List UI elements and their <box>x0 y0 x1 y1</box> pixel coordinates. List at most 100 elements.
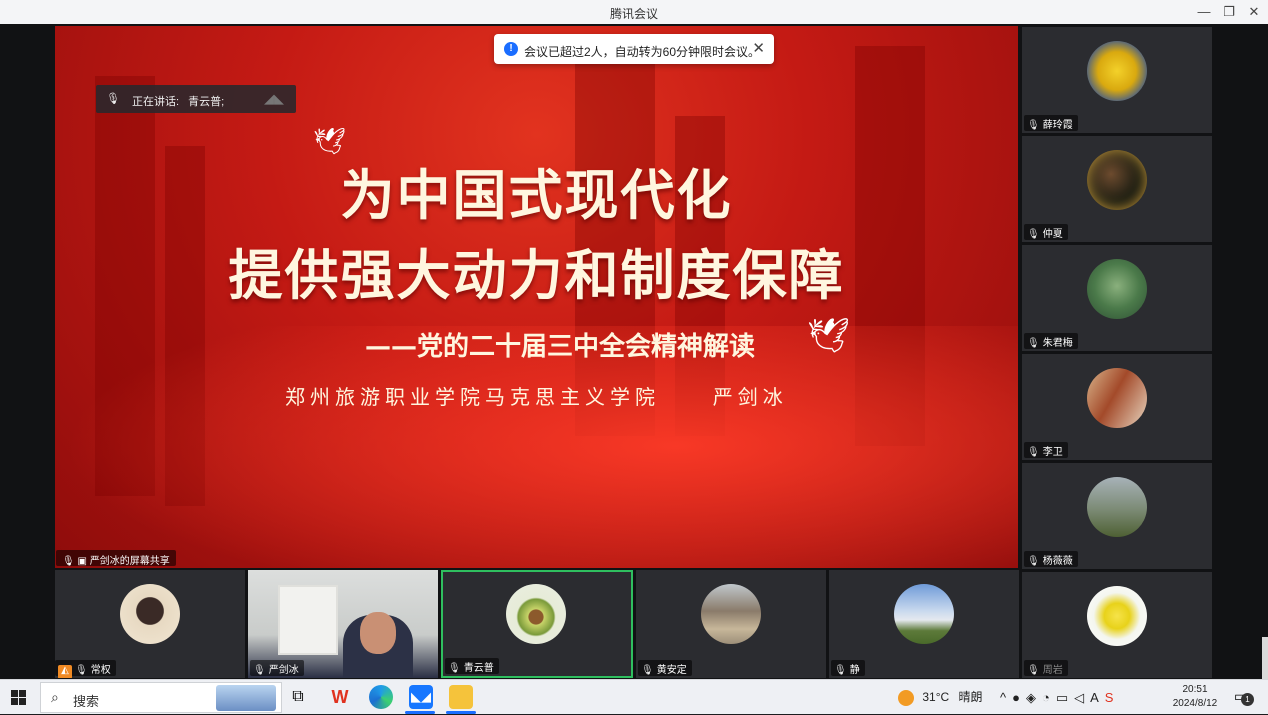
ime-icon[interactable]: A <box>1090 690 1105 705</box>
wps-office-icon[interactable]: W <box>328 685 352 709</box>
participant-name: 周岩 <box>1042 665 1063 676</box>
weather-widget[interactable]: 31°C 晴朗 <box>898 680 983 715</box>
participant-name: 李卫 <box>1042 447 1063 458</box>
edge-browser-icon[interactable] <box>369 685 393 709</box>
slide-subtitle: ——党的二十届三中全会精神解读 <box>365 332 756 362</box>
meeting-stage: 🕊 🕊 为中国式现代化 提供强大动力和制度保障 ——党的二十届三中全会精神解读 … <box>0 24 1268 679</box>
window-titlebar: 腾讯会议 — ❐ ✕ <box>0 0 1268 24</box>
person-face <box>360 612 396 654</box>
window-title: 腾讯会议 <box>609 7 658 21</box>
microphone-icon[interactable]: ● <box>1012 690 1026 705</box>
participant-tile[interactable]: ◭ 🎙 常权 <box>55 570 245 678</box>
file-explorer-icon[interactable] <box>449 685 473 709</box>
participant-tile[interactable]: 🎙 李卫 <box>1022 354 1212 460</box>
toast-message: 会议已超过2人，自动转为60分钟限时会议。 <box>524 45 761 59</box>
slide-title-line1: 为中国式现代化 <box>340 164 733 227</box>
screen-share-text: 严剑冰的屏幕共享 <box>89 556 170 567</box>
battery-icon[interactable]: ▭ <box>1056 690 1074 705</box>
avatar <box>701 584 761 644</box>
participant-name: 青云普 <box>463 663 494 674</box>
dove-icon: 🕊 <box>807 317 851 355</box>
mic-icon: 🎙 <box>1027 120 1040 131</box>
participant-video-tile[interactable]: 🎙 严剑冰 <box>248 570 438 678</box>
close-icon[interactable]: ✕ <box>1245 3 1263 21</box>
close-icon[interactable]: ✕ <box>752 39 765 57</box>
clock[interactable]: 20:51 2024/8/12 <box>1170 683 1220 711</box>
participant-name: 杨薇薇 <box>1042 556 1073 567</box>
mic-icon: 🎙 <box>62 556 75 567</box>
participant-name: 黄安定 <box>656 665 687 676</box>
volume-icon[interactable]: ◁ <box>1074 690 1090 705</box>
speaking-label: 正在讲话: <box>132 96 180 108</box>
notification-icon[interactable]: ▭ 1 <box>1234 688 1254 706</box>
mic-icon: 🎙 <box>1027 338 1040 349</box>
speaking-indicator: 🎙 正在讲话: 青云普; ◢◣ <box>96 85 296 113</box>
chevron-up-icon[interactable]: ^ <box>1000 690 1012 705</box>
participant-name: 常权 <box>90 665 111 676</box>
mic-muted-icon: 🎙 <box>1027 665 1040 676</box>
system-tray: ^●◈◔▭◁AS <box>1000 680 1119 715</box>
mic-icon: 🎙 <box>448 663 461 674</box>
restore-icon[interactable]: ❐ <box>1220 3 1238 21</box>
participant-name: 朱君梅 <box>1042 338 1073 349</box>
weather-icon <box>898 689 914 706</box>
wps-tray-icon[interactable]: S <box>1105 690 1120 705</box>
avatar <box>894 584 954 644</box>
shield-icon[interactable]: ◈ <box>1026 690 1042 705</box>
mic-icon: 🎙 <box>106 93 120 105</box>
participant-tile-active[interactable]: 🎙 青云普 <box>441 570 633 678</box>
scrollbar[interactable] <box>1262 637 1268 679</box>
mic-icon: 🎙 <box>1027 556 1040 567</box>
avatar <box>1087 586 1147 646</box>
taskbar-search[interactable]: ⌕ 搜索 <box>40 682 282 713</box>
avatar <box>1087 368 1147 428</box>
participant-tile[interactable]: 🎙 静 <box>829 570 1019 678</box>
task-view-icon[interactable]: ⧉ <box>286 685 310 709</box>
bookshelf <box>278 585 338 655</box>
participant-tile[interactable]: 🎙 仲夏 <box>1022 136 1212 242</box>
screen-share-label: 🎙 ▣ 严剑冰的屏幕共享 <box>56 550 176 567</box>
avatar <box>1087 259 1147 319</box>
avatar <box>506 584 566 644</box>
notification-toast: ! 会议已超过2人，自动转为60分钟限时会议。 ✕ <box>494 34 774 64</box>
clock-date: 2024/8/12 <box>1172 698 1218 709</box>
speaking-name: 青云普; <box>188 96 225 108</box>
screen-share-icon: ▣ <box>77 556 87 567</box>
participant-name: 仲夏 <box>1042 229 1063 240</box>
weather-temp: 31°C <box>922 690 950 704</box>
info-icon: ! <box>504 42 518 56</box>
participant-tile[interactable]: 🎙 杨薇薇 <box>1022 463 1212 569</box>
slide-author-org: 郑州旅游职业学院马克思主义学院 <box>285 385 660 409</box>
search-label: 搜索 <box>73 694 100 709</box>
participant-tile[interactable]: 🎙 黄安定 <box>636 570 826 678</box>
participant-tile[interactable]: 🎙 薛玲霞 <box>1022 27 1212 133</box>
notification-count: 1 <box>1241 693 1254 706</box>
taskbar: ⌕ 搜索 ⧉ W ◣◢ 31°C 晴朗 ^●◈◔▭◁AS 20:51 2024/… <box>0 679 1268 714</box>
search-icon: ⌕ <box>51 689 59 705</box>
participant-tile[interactable]: 🎙 朱君梅 <box>1022 245 1212 351</box>
clock-time: 20:51 <box>1182 684 1208 695</box>
slide-author: 郑州旅游职业学院马克思主义学院 严剑冰 <box>285 381 788 410</box>
tencent-meeting-icon[interactable]: ◣◢ <box>409 685 433 709</box>
avatar <box>1087 150 1147 210</box>
search-highlight-image <box>216 685 276 711</box>
mic-icon: 🎙 <box>1027 447 1040 458</box>
host-icon: ◭ <box>58 665 72 678</box>
wifi-icon[interactable]: ◔ <box>1042 690 1056 705</box>
slide-title-line2: 提供强大动力和制度保障 <box>228 244 845 307</box>
participant-name: 薛玲霞 <box>1042 120 1073 131</box>
mic-icon: 🎙 <box>253 665 266 676</box>
avatar <box>120 584 180 644</box>
windows-start-icon[interactable] <box>11 690 26 705</box>
mic-icon: 🎙 <box>1027 229 1040 240</box>
minimize-icon[interactable]: — <box>1195 3 1213 21</box>
mic-icon: 🎙 <box>75 665 88 676</box>
audio-level-icon: ◢◣ <box>264 91 284 106</box>
slide-author-name: 严剑冰 <box>712 385 788 409</box>
weather-desc: 晴朗 <box>958 690 983 704</box>
participant-tile[interactable]: 🎙 周岩 <box>1022 572 1212 678</box>
avatar <box>1087 477 1147 537</box>
participant-name: 静 <box>849 665 860 676</box>
avatar <box>1087 41 1147 101</box>
participant-name: 严剑冰 <box>268 665 299 676</box>
